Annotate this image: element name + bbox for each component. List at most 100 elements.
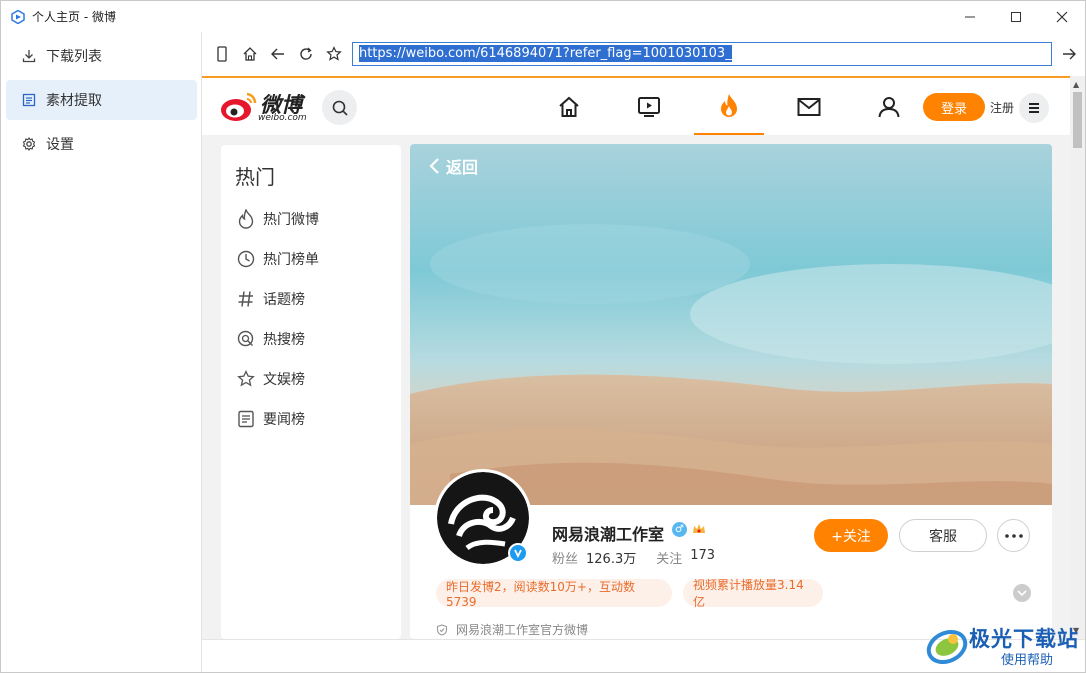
browser-toolbar: https://weibo.com/6146894071?refer_flag=… <box>202 32 1085 76</box>
close-button[interactable] <box>1039 1 1085 32</box>
download-icon <box>22 49 36 63</box>
close-icon <box>1056 11 1068 22</box>
go-button[interactable] <box>1059 44 1079 64</box>
maximize-icon <box>1011 11 1021 22</box>
user-icon <box>878 96 900 117</box>
minimize-button[interactable] <box>947 1 993 32</box>
mobile-view-button[interactable] <box>208 40 236 68</box>
watermark-subtitle: 使用帮助 <box>1001 653 1054 668</box>
sidebar-item-label: 下载列表 <box>46 49 102 65</box>
sidebar-item-settings[interactable]: 设置 <box>6 124 197 164</box>
hot-item-news[interactable]: 要闻榜 <box>236 407 305 431</box>
profile-card: 返回 网易浪潮工作室 ♂ 粉丝 126.3万 关注 173 +关注 客服 昨日发… <box>410 144 1052 639</box>
cover-image <box>410 144 1052 505</box>
arrow-right-icon <box>1063 48 1076 60</box>
arrow-left-icon <box>271 48 284 60</box>
tab-home[interactable] <box>534 78 604 135</box>
tab-hot[interactable] <box>694 78 764 135</box>
phone-icon <box>217 46 227 62</box>
star-icon <box>326 46 342 61</box>
home-button[interactable] <box>236 40 264 68</box>
hot-item-label: 热门榜单 <box>263 252 319 268</box>
sidebar-item-label: 素材提取 <box>46 93 102 109</box>
search-circle-icon <box>236 329 256 349</box>
stats-tag: 昨日发博2，阅读数10万+，互动数5739 <box>436 579 672 609</box>
search-button[interactable] <box>322 90 357 125</box>
fans-value[interactable]: 126.3万 <box>586 548 636 567</box>
hot-item-hot-list[interactable]: 热门榜单 <box>236 247 319 271</box>
maximize-button[interactable] <box>993 1 1039 32</box>
title-bar: 个人主页 - 微博 <box>1 1 1085 32</box>
list-icon <box>22 93 36 107</box>
following-label: 关注 <box>656 552 683 567</box>
scrollbar-thumb[interactable] <box>1073 92 1082 148</box>
hot-item-label: 要闻榜 <box>263 412 305 428</box>
video-stats-tag: 视频累计播放量3.14亿 <box>683 578 823 609</box>
weibo-eye-icon <box>221 92 257 121</box>
profile-stats: 粉丝 126.3万 关注 173 <box>552 548 735 567</box>
url-input[interactable]: https://weibo.com/6146894071?refer_flag=… <box>352 42 1052 66</box>
left-sidebar: 下载列表 素材提取 设置 <box>1 32 202 672</box>
more-dots-icon <box>1004 533 1023 538</box>
hot-navigation: 热门 热门微博 热门榜单 话题榜 热搜榜 文娱榜 要闻榜 <box>221 145 401 639</box>
flame-icon <box>236 209 256 229</box>
back-link[interactable]: 返回 <box>428 154 478 178</box>
weibo-header: 微博 weibo.com 登录 注册 <box>202 78 1070 135</box>
url-text: https://weibo.com/6146894071?refer_flag=… <box>359 45 732 62</box>
vertical-scrollbar[interactable]: ▲ ▼ <box>1070 76 1085 639</box>
shield-icon <box>436 623 448 636</box>
hot-item-topics[interactable]: 话题榜 <box>236 287 305 311</box>
register-link[interactable]: 注册 <box>990 99 1014 116</box>
home-icon <box>559 96 579 117</box>
refresh-icon <box>300 47 312 60</box>
crown-icon <box>693 524 705 533</box>
hot-item-label: 文娱榜 <box>263 372 305 388</box>
follow-button[interactable]: +关注 <box>814 519 888 552</box>
star-icon <box>236 369 256 389</box>
profile-name: 网易浪潮工作室 <box>552 525 665 544</box>
tab-profile[interactable] <box>854 78 924 135</box>
hamburger-icon <box>1029 103 1039 113</box>
hot-item-label: 热门微博 <box>263 212 319 228</box>
back-button[interactable] <box>264 40 292 68</box>
verified-badge-icon <box>508 543 528 563</box>
expand-button[interactable] <box>1013 584 1031 602</box>
news-icon <box>236 409 256 429</box>
hot-title: 热门 <box>235 165 275 189</box>
back-label: 返回 <box>446 158 479 177</box>
scroll-up-icon[interactable]: ▲ <box>1073 80 1079 89</box>
chevron-left-icon <box>429 158 439 174</box>
watermark: 极光下载站 使用帮助 <box>925 621 1085 671</box>
customer-service-button[interactable]: 客服 <box>899 519 987 552</box>
hot-item-hot-weibo[interactable]: 热门微博 <box>236 207 319 231</box>
more-options-button[interactable] <box>997 519 1030 552</box>
bookmark-button[interactable] <box>320 40 348 68</box>
search-icon <box>332 100 348 116</box>
flame-icon <box>721 93 737 117</box>
hash-icon <box>236 289 256 309</box>
hot-item-entertainment[interactable]: 文娱榜 <box>236 367 305 391</box>
window-title: 个人主页 - 微博 <box>32 10 116 24</box>
fans-label: 粉丝 <box>552 552 579 567</box>
web-view: 微博 weibo.com 登录 注册 热门 热门微博 热门榜单 话题榜 热搜榜 … <box>202 76 1085 639</box>
app-window: 个人主页 - 微博 下载列表 素材提取 设置 https://weibo.com… <box>0 0 1086 673</box>
tab-messages[interactable] <box>774 78 844 135</box>
male-icon: ♂ <box>672 522 687 537</box>
hot-item-hot-search[interactable]: 热搜榜 <box>236 327 305 351</box>
hot-item-label: 热搜榜 <box>263 332 305 348</box>
mail-icon <box>797 97 821 116</box>
tab-video[interactable] <box>614 78 684 135</box>
clock-icon <box>236 249 256 269</box>
sidebar-item-download-list[interactable]: 下载列表 <box>6 36 197 76</box>
sidebar-item-label: 设置 <box>46 137 74 153</box>
home-icon <box>243 47 257 61</box>
weibo-logo[interactable]: 微博 weibo.com <box>220 88 316 124</box>
login-button[interactable]: 登录 <box>923 93 985 121</box>
refresh-button[interactable] <box>292 40 320 68</box>
logo-subtext: weibo.com <box>258 113 307 123</box>
app-logo-icon <box>11 9 25 24</box>
official-text: 网易浪潮工作室官方微博 <box>456 623 589 637</box>
menu-button[interactable] <box>1019 93 1049 123</box>
following-value[interactable]: 173 <box>690 548 715 567</box>
sidebar-item-material-extract[interactable]: 素材提取 <box>6 80 197 120</box>
